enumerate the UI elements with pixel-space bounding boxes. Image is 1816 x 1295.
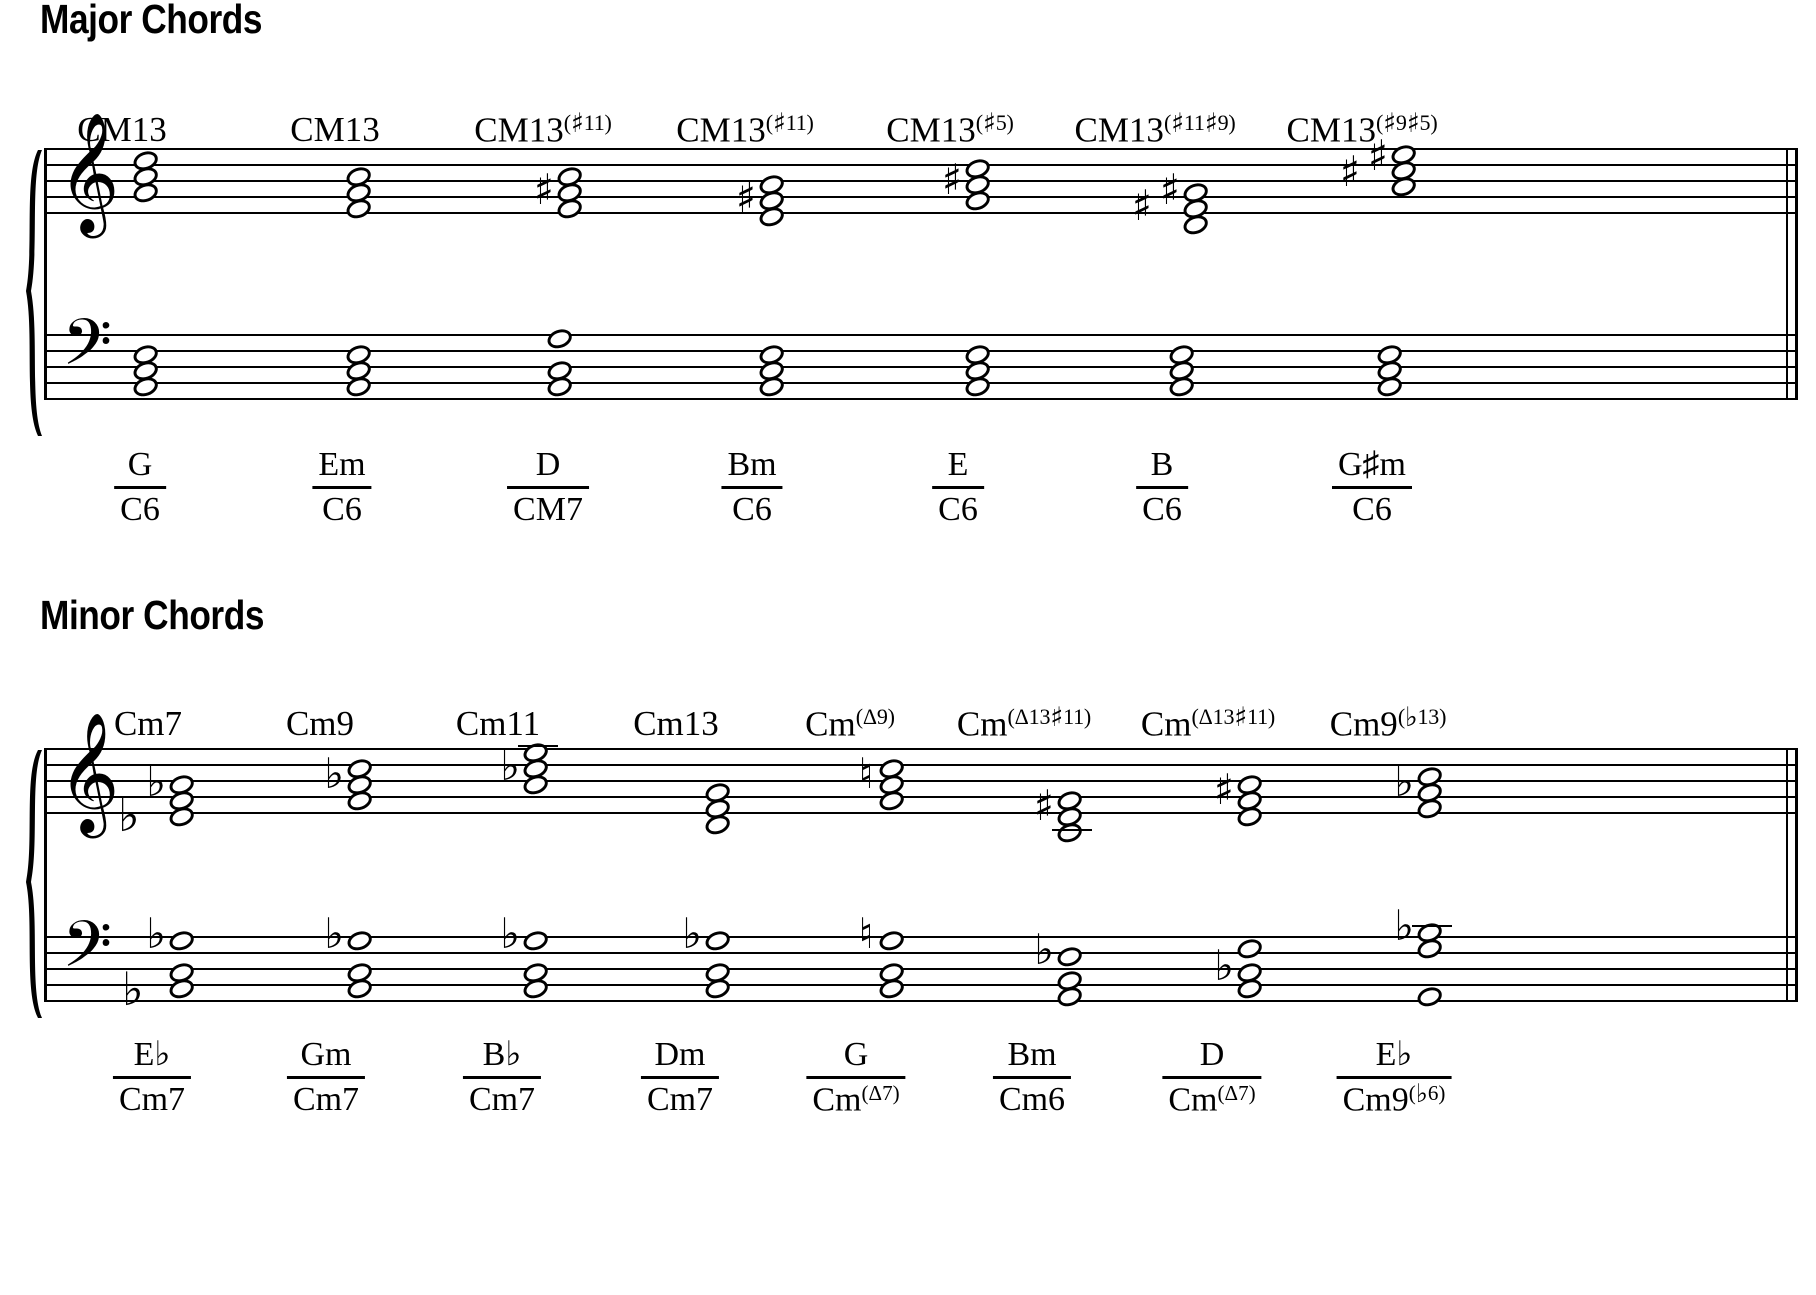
slash-chord-minor-5: G Cm(Δ7) — [806, 1037, 906, 1118]
chord-label-minor-1: Cm7 — [113, 704, 183, 743]
slash-chord-minor-6: Bm Cm6 — [992, 1037, 1072, 1117]
section-heading-minor: Minor Chords — [40, 592, 265, 638]
slash-chord-minor-7: D Cm(Δ7) — [1162, 1037, 1262, 1118]
bass-clef-icon: 𝄢 — [62, 908, 113, 998]
chord-label-minor-3: Cm11 — [455, 704, 541, 743]
slash-chord-minor-8: E♭ Cm9(♭6) — [1336, 1037, 1452, 1118]
slash-chord-minor-4: Dm Cm7 — [640, 1037, 720, 1117]
chord-label-major-4: CM13(♯11) — [676, 108, 814, 150]
key-signature-flat: ♭ — [118, 788, 140, 842]
treble-staff-major: 𝄞 ♯ ♯ ♯ ♯ ♯ ♯ ♯ — [44, 120, 1798, 238]
bass-staff-major: 𝄢 — [44, 312, 1798, 400]
treble-staff-minor: 𝄞 ♭ ♭ ♭ ♭ ♮ — [44, 720, 1798, 846]
slash-chord-major-1: G C6 — [114, 447, 166, 527]
chord-label-major-5: CM13(♯5) — [886, 108, 1014, 150]
grand-staff-major: 𝄞 ♯ ♯ ♯ ♯ ♯ ♯ ♯ 𝄢 — [18, 120, 1798, 438]
slash-chord-major-2: Em C6 — [312, 447, 372, 527]
chord-label-minor-4: Cm13 — [633, 704, 719, 743]
key-signature-flat: ♭ — [122, 962, 144, 1016]
brace-icon — [18, 148, 44, 438]
chord-label-minor-2: Cm9 — [285, 704, 355, 743]
section-heading-major: Major Chords — [40, 0, 263, 42]
slash-chord-major-4: Bm C6 — [721, 447, 783, 527]
slash-chord-major-5: E C6 — [932, 447, 984, 527]
chord-label-major-2: CM13 — [290, 110, 380, 149]
treble-clef-icon: 𝄞 — [58, 711, 120, 833]
slash-chord-major-6: B C6 — [1136, 447, 1188, 527]
chord-label-minor-5: Cm(Δ9) — [805, 704, 895, 744]
slash-chord-major-3: D CM7 — [507, 447, 589, 527]
bass-clef-icon: 𝄢 — [62, 306, 113, 396]
grand-staff-minor: 𝄞 ♭ ♭ ♭ ♭ ♮ — [18, 720, 1798, 1020]
treble-clef-icon: 𝄞 — [58, 111, 120, 233]
bass-staff-minor: 𝄢 ♭ ♭ ♭ ♭ ♭ ♮ ♭ ♭ ♭ — [44, 905, 1798, 1012]
chord-label-minor-7: Cm(Δ13♯11) — [1140, 702, 1276, 744]
slash-chord-minor-2: Gm Cm7 — [286, 1037, 366, 1117]
chord-label-major-7: CM13(♯9♯5) — [1286, 108, 1438, 150]
brace-icon — [18, 748, 44, 1020]
slash-chord-minor-1: E♭ Cm7 — [112, 1037, 192, 1117]
chord-label-minor-6: Cm(Δ13♯11) — [956, 702, 1092, 744]
slash-chord-major-7: G♯m C6 — [1332, 447, 1412, 527]
chord-label-minor-8: Cm9(♭13) — [1329, 702, 1447, 744]
chord-label-major-3: CM13(♯11) — [474, 108, 612, 150]
chord-label-major-6: CM13(♯11♯9) — [1074, 108, 1236, 150]
slash-chord-minor-3: B♭ Cm7 — [462, 1037, 542, 1117]
